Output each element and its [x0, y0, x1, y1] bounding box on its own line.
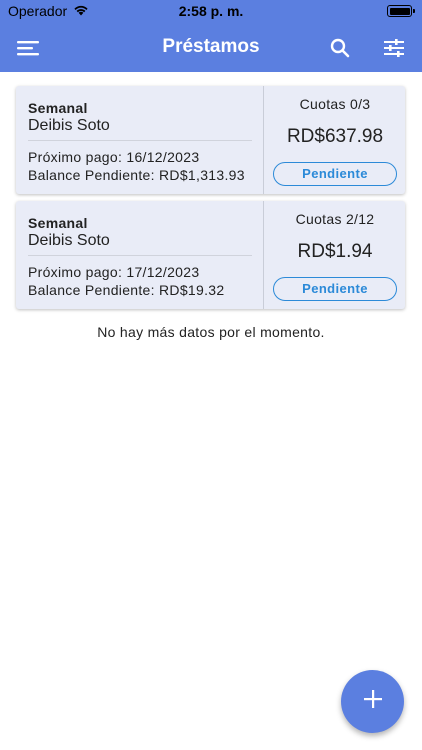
loan-info: Semanal Deibis Soto Próximo pago: 16/12/…	[16, 86, 264, 194]
installment-amount: RD$637.98	[286, 126, 384, 147]
status-time: 2:58 p. m.	[178, 3, 244, 19]
loan-card[interactable]: Semanal Deibis Soto Próximo pago: 16/12/…	[16, 86, 405, 194]
next-payment: Próximo pago: 16/12/2023	[28, 149, 200, 165]
installment-amount: RD$1.94	[297, 241, 373, 262]
status-pending-button[interactable]: Pendiente	[273, 277, 397, 301]
search-icon[interactable]	[324, 32, 356, 64]
loan-summary: Cuotas 2/12 RD$1.94 Pendiente	[265, 201, 405, 309]
loan-frequency: Semanal	[28, 100, 88, 116]
status-pending-button[interactable]: Pendiente	[273, 162, 397, 186]
plus-icon	[363, 689, 383, 714]
installments-count: Cuotas 2/12	[295, 211, 375, 227]
status-bar: Operador 2:58 p. m.	[0, 0, 422, 24]
pending-balance: Balance Pendiente: RD$19.32	[28, 282, 225, 298]
add-loan-button[interactable]	[341, 670, 404, 733]
loan-frequency: Semanal	[28, 215, 88, 231]
divider	[28, 140, 252, 141]
next-payment: Próximo pago: 17/12/2023	[28, 264, 200, 280]
loan-info: Semanal Deibis Soto Próximo pago: 17/12/…	[16, 201, 264, 309]
client-name: Deibis Soto	[28, 232, 110, 249]
filter-sliders-icon[interactable]	[378, 32, 410, 64]
loan-list: Semanal Deibis Soto Próximo pago: 16/12/…	[16, 86, 405, 316]
loan-summary: Cuotas 0/3 RD$637.98 Pendiente	[265, 86, 405, 194]
installments-count: Cuotas 0/3	[299, 96, 371, 112]
app-bar: Préstamos	[0, 24, 422, 72]
empty-list-message: No hay más datos por el momento.	[97, 324, 325, 340]
page-title: Préstamos	[162, 36, 260, 57]
client-name: Deibis Soto	[28, 117, 110, 134]
pending-balance: Balance Pendiente: RD$1,313.93	[28, 167, 245, 183]
battery-icon	[387, 5, 415, 17]
loan-card[interactable]: Semanal Deibis Soto Próximo pago: 17/12/…	[16, 201, 405, 309]
divider	[28, 255, 252, 256]
header: Operador 2:58 p. m. Préstamos	[0, 0, 422, 72]
